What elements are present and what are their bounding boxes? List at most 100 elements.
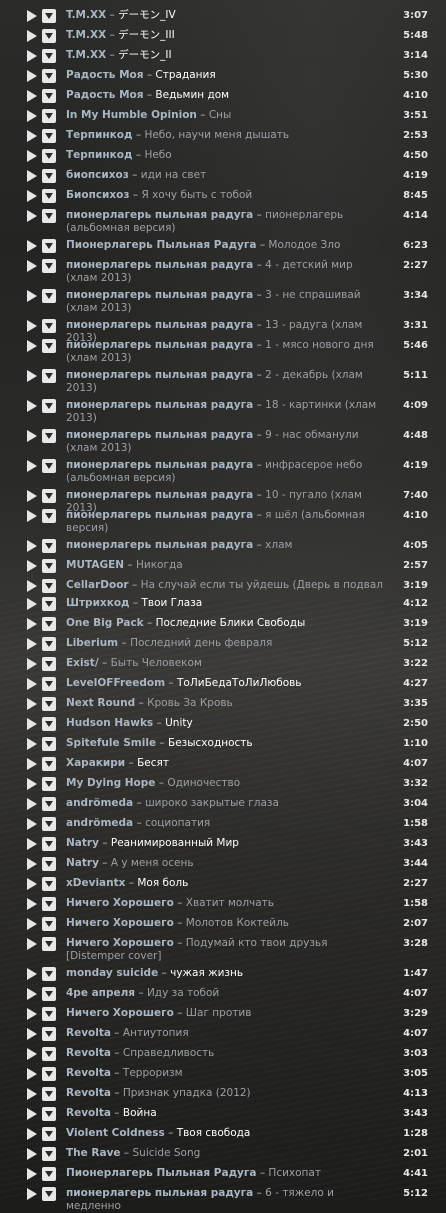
add-to-library-icon[interactable] bbox=[42, 937, 56, 951]
play-icon[interactable] bbox=[27, 898, 37, 910]
track-artist-link[interactable]: пионерлагерь пыльная радуга bbox=[66, 539, 253, 551]
play-icon[interactable] bbox=[27, 1168, 37, 1180]
add-to-library-icon[interactable] bbox=[42, 29, 56, 43]
add-to-library-icon[interactable] bbox=[42, 259, 56, 273]
track-song-link[interactable]: На случай если ты уйдешь (Дверь в подвал bbox=[141, 579, 383, 591]
add-to-library-icon[interactable] bbox=[42, 489, 56, 503]
track-artist-link[interactable]: Радость Моя bbox=[66, 69, 143, 81]
play-icon[interactable] bbox=[27, 10, 37, 22]
track-artist-link[interactable]: Natry bbox=[66, 837, 99, 849]
track-song-link[interactable]: デーモン_IV bbox=[118, 9, 176, 21]
add-to-library-icon[interactable] bbox=[42, 1167, 56, 1181]
track-song-link[interactable]: Unity bbox=[165, 717, 193, 729]
track-song-link[interactable]: Иду за тобой bbox=[147, 987, 219, 999]
play-icon[interactable] bbox=[27, 618, 37, 630]
track-song-link[interactable]: Война bbox=[123, 1107, 157, 1119]
play-icon[interactable] bbox=[27, 988, 37, 1000]
add-to-library-icon[interactable] bbox=[42, 539, 56, 553]
track-song-link[interactable]: Я хочу быть с тобой bbox=[141, 189, 252, 201]
track-song-link[interactable]: Одиночество bbox=[167, 777, 240, 789]
track-song-link[interactable]: Справедливость bbox=[123, 1047, 214, 1059]
track-artist-link[interactable]: Терпинкод bbox=[66, 129, 133, 141]
track-song-link[interactable]: Молодое Зло bbox=[268, 239, 340, 251]
play-icon[interactable] bbox=[27, 798, 37, 810]
add-to-library-icon[interactable] bbox=[42, 1147, 56, 1161]
track-artist-link[interactable]: биопсихоз bbox=[66, 169, 129, 181]
add-to-library-icon[interactable] bbox=[42, 967, 56, 981]
track-artist-link[interactable]: MUTAGEN bbox=[66, 559, 124, 571]
track-artist-link[interactable]: Hudson Hawks bbox=[66, 717, 153, 729]
play-icon[interactable] bbox=[27, 400, 37, 412]
play-icon[interactable] bbox=[27, 818, 37, 830]
play-icon[interactable] bbox=[27, 210, 37, 222]
track-artist-link[interactable]: Пионерлагерь Пыльная Радуга bbox=[66, 239, 256, 251]
track-song-link[interactable]: Страдания bbox=[155, 69, 215, 81]
track-artist-link[interactable]: пионерлагерь пыльная радуга bbox=[66, 399, 253, 411]
play-icon[interactable] bbox=[27, 1148, 37, 1160]
add-to-library-icon[interactable] bbox=[42, 857, 56, 871]
track-artist-link[interactable]: Харакири bbox=[66, 757, 125, 769]
track-artist-link[interactable]: Violent Coldness bbox=[66, 1127, 165, 1139]
track-artist-link[interactable]: Ничего Хорошего bbox=[66, 937, 174, 949]
play-icon[interactable] bbox=[27, 718, 37, 730]
track-song-link[interactable]: Психопат bbox=[268, 1167, 321, 1179]
add-to-library-icon[interactable] bbox=[42, 169, 56, 183]
track-artist-link[interactable]: Revolta bbox=[66, 1047, 111, 1059]
add-to-library-icon[interactable] bbox=[42, 757, 56, 771]
play-icon[interactable] bbox=[27, 838, 37, 850]
track-artist-link[interactable]: пионерлагерь пыльная радуга bbox=[66, 1187, 253, 1199]
track-song-link[interactable]: иди на свет bbox=[141, 169, 206, 181]
track-artist-link[interactable]: пионерлагерь пыльная радуга bbox=[66, 259, 253, 271]
track-artist-link[interactable]: Терпинкод bbox=[66, 149, 133, 161]
play-icon[interactable] bbox=[27, 580, 37, 592]
add-to-library-icon[interactable] bbox=[42, 1107, 56, 1121]
track-song-link[interactable]: хлам bbox=[265, 539, 292, 551]
add-to-library-icon[interactable] bbox=[42, 1067, 56, 1081]
add-to-library-icon[interactable] bbox=[42, 1007, 56, 1021]
track-song-link[interactable]: Антиутопия bbox=[123, 1027, 189, 1039]
track-artist-link[interactable]: andrömeda bbox=[66, 797, 133, 809]
track-artist-link[interactable]: Next Round bbox=[66, 697, 135, 709]
track-artist-link[interactable]: Ничего Хорошего bbox=[66, 897, 174, 909]
add-to-library-icon[interactable] bbox=[42, 9, 56, 23]
play-icon[interactable] bbox=[27, 858, 37, 870]
track-artist-link[interactable]: пионерлагерь пыльная радуга bbox=[66, 369, 253, 381]
play-icon[interactable] bbox=[27, 638, 37, 650]
add-to-library-icon[interactable] bbox=[42, 369, 56, 383]
add-to-library-icon[interactable] bbox=[42, 917, 56, 931]
play-icon[interactable] bbox=[27, 560, 37, 572]
track-song-link[interactable]: デーモン_III bbox=[118, 29, 175, 41]
add-to-library-icon[interactable] bbox=[42, 1027, 56, 1041]
track-artist-link[interactable]: пионерлагерь пыльная радуга bbox=[66, 339, 253, 351]
track-artist-link[interactable]: andrömeda bbox=[66, 817, 133, 829]
track-song-link[interactable]: Небо bbox=[144, 149, 171, 161]
track-artist-link[interactable]: пионерлагерь пыльная радуга bbox=[66, 289, 253, 301]
add-to-library-icon[interactable] bbox=[42, 777, 56, 791]
play-icon[interactable] bbox=[27, 490, 37, 502]
add-to-library-icon[interactable] bbox=[42, 69, 56, 83]
add-to-library-icon[interactable] bbox=[42, 837, 56, 851]
play-icon[interactable] bbox=[27, 1108, 37, 1120]
track-artist-link[interactable]: Exist/ bbox=[66, 657, 99, 669]
add-to-library-icon[interactable] bbox=[42, 189, 56, 203]
track-song-link[interactable]: Сны bbox=[209, 109, 232, 121]
add-to-library-icon[interactable] bbox=[42, 637, 56, 651]
track-artist-link[interactable]: Revolta bbox=[66, 1067, 111, 1079]
track-artist-link[interactable]: пионерлагерь пыльная радуга bbox=[66, 459, 253, 471]
track-song-link[interactable]: デーモン_II bbox=[118, 49, 171, 61]
track-artist-link[interactable]: Revolta bbox=[66, 1107, 111, 1119]
play-icon[interactable] bbox=[27, 1188, 37, 1200]
track-artist-link[interactable]: пионерлагерь пыльная радуга bbox=[66, 429, 253, 441]
track-song-link[interactable]: Кровь За Кровь bbox=[147, 697, 233, 709]
play-icon[interactable] bbox=[27, 738, 37, 750]
play-icon[interactable] bbox=[27, 370, 37, 382]
track-artist-link[interactable]: Ничего Хорошего bbox=[66, 917, 174, 929]
add-to-library-icon[interactable] bbox=[42, 1087, 56, 1101]
play-icon[interactable] bbox=[27, 90, 37, 102]
track-song-link[interactable]: Никогда bbox=[136, 559, 183, 571]
track-artist-link[interactable]: Ничего Хорошего bbox=[66, 1007, 174, 1019]
play-icon[interactable] bbox=[27, 260, 37, 272]
track-artist-link[interactable]: The Rave bbox=[66, 1147, 121, 1159]
play-icon[interactable] bbox=[27, 130, 37, 142]
track-song-link[interactable]: Безысходность bbox=[168, 737, 253, 749]
